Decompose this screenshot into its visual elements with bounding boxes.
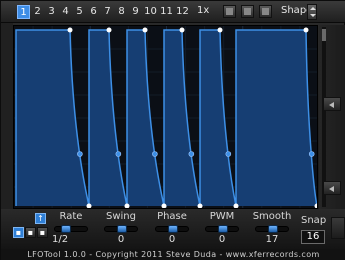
rate-slider[interactable] (54, 225, 88, 233)
curve-node[interactable] (142, 27, 148, 33)
tab-10[interactable]: 10 (143, 5, 158, 19)
tab-4[interactable]: 4 (59, 5, 72, 19)
phase-control: Phase 0 (149, 211, 195, 246)
smooth-slider[interactable] (255, 225, 289, 233)
tab-9[interactable]: 9 (129, 5, 142, 19)
smooth-value: 17 (265, 234, 279, 245)
slider-thumb[interactable] (117, 225, 127, 233)
lfo-graph[interactable] (13, 25, 318, 209)
clear-icon[interactable] (259, 5, 272, 18)
paste-icon[interactable] (241, 5, 254, 18)
collapse-left-icon[interactable] (323, 97, 341, 111)
copy-icon[interactable] (223, 5, 236, 18)
shape-stepper[interactable] (307, 4, 317, 20)
footer-credits: LFOTool 1.0.0 - Copyright 2011 Steve Dud… (1, 249, 345, 260)
snap-control: Snap 16 (301, 215, 327, 244)
curve-node[interactable] (106, 27, 112, 33)
rate-label: Rate (59, 211, 83, 222)
tab-12[interactable]: 12 (175, 5, 190, 19)
curve-node[interactable] (67, 27, 73, 33)
curve-handle[interactable] (225, 151, 232, 157)
sync-mode-button[interactable]: ↑ (35, 213, 46, 224)
arrow-up-icon[interactable] (310, 7, 316, 10)
curve-node[interactable] (197, 203, 203, 209)
tab-7[interactable]: 7 (101, 5, 114, 19)
snap-label: Snap (301, 215, 327, 226)
control-panel: ↑ ▪ ▪ ▪ Rate 1/2 Swing 0 Phase 0 PWM 0 S… (1, 209, 345, 249)
phase-label: Phase (157, 211, 187, 222)
tab-1[interactable]: 1 (17, 5, 30, 19)
curve-node[interactable] (179, 27, 185, 33)
phase-slider[interactable] (155, 225, 189, 233)
phase-value: 0 (168, 234, 176, 245)
arrow-down-icon[interactable] (310, 14, 316, 17)
tab-3[interactable]: 3 (45, 5, 58, 19)
smooth-label: Smooth (252, 211, 292, 222)
slider-thumb[interactable] (168, 225, 178, 233)
slider-thumb[interactable] (268, 225, 278, 233)
swing-slider[interactable] (104, 225, 138, 233)
snap-value-field[interactable]: 16 (301, 230, 325, 244)
swing-control: Swing 0 (98, 211, 144, 246)
pwm-label: PWM (209, 211, 235, 222)
curve-node[interactable] (233, 203, 239, 209)
tab-11[interactable]: 11 (159, 5, 174, 19)
curve-node[interactable] (303, 27, 309, 33)
swing-label: Swing (106, 211, 136, 222)
lfo-fill (16, 30, 317, 206)
lfo-curve[interactable] (14, 26, 318, 209)
right-panel (319, 25, 345, 209)
collapse-left-icon[interactable] (323, 181, 341, 195)
mode-button[interactable]: ▪ (13, 227, 24, 238)
rate-multiplier[interactable]: 1x (197, 5, 209, 16)
vertical-scrollbar[interactable] (322, 27, 326, 207)
curve-node[interactable] (86, 203, 92, 209)
lfotool-window: 1 2 3 4 5 6 7 8 9 10 11 12 1x Shape ↑ ▪ (0, 0, 345, 260)
curve-node[interactable] (217, 27, 223, 33)
curve-handle[interactable] (308, 151, 315, 157)
toolbar: 1 2 3 4 5 6 7 8 9 10 11 12 1x Shape (1, 1, 345, 23)
curve-node[interactable] (161, 203, 167, 209)
tab-2[interactable]: 2 (31, 5, 44, 19)
curve-handle[interactable] (77, 151, 83, 157)
smooth-control: Smooth 17 (249, 211, 295, 246)
curve-handle[interactable] (152, 151, 158, 157)
curve-node[interactable] (124, 203, 130, 209)
slider-thumb[interactable] (218, 225, 228, 233)
pwm-value: 0 (218, 234, 226, 245)
tab-5[interactable]: 5 (73, 5, 86, 19)
tab-8[interactable]: 8 (115, 5, 128, 19)
pwm-slider[interactable] (205, 225, 239, 233)
mode-button[interactable]: ▪ (25, 227, 36, 238)
swing-value: 0 (117, 234, 125, 245)
mode-selector: ↑ ▪ ▪ ▪ (7, 213, 48, 243)
slider-thumb[interactable] (61, 225, 71, 233)
rate-value: 1/2 (52, 234, 69, 245)
side-button[interactable] (331, 217, 345, 239)
mode-button[interactable]: ▪ (37, 227, 48, 238)
tab-6[interactable]: 6 (87, 5, 100, 19)
rate-control: Rate 1/2 (48, 211, 94, 246)
curve-handle[interactable] (188, 151, 195, 157)
pwm-control: PWM 0 (199, 211, 245, 246)
left-strip (1, 23, 13, 209)
curve-handle[interactable] (115, 151, 122, 157)
